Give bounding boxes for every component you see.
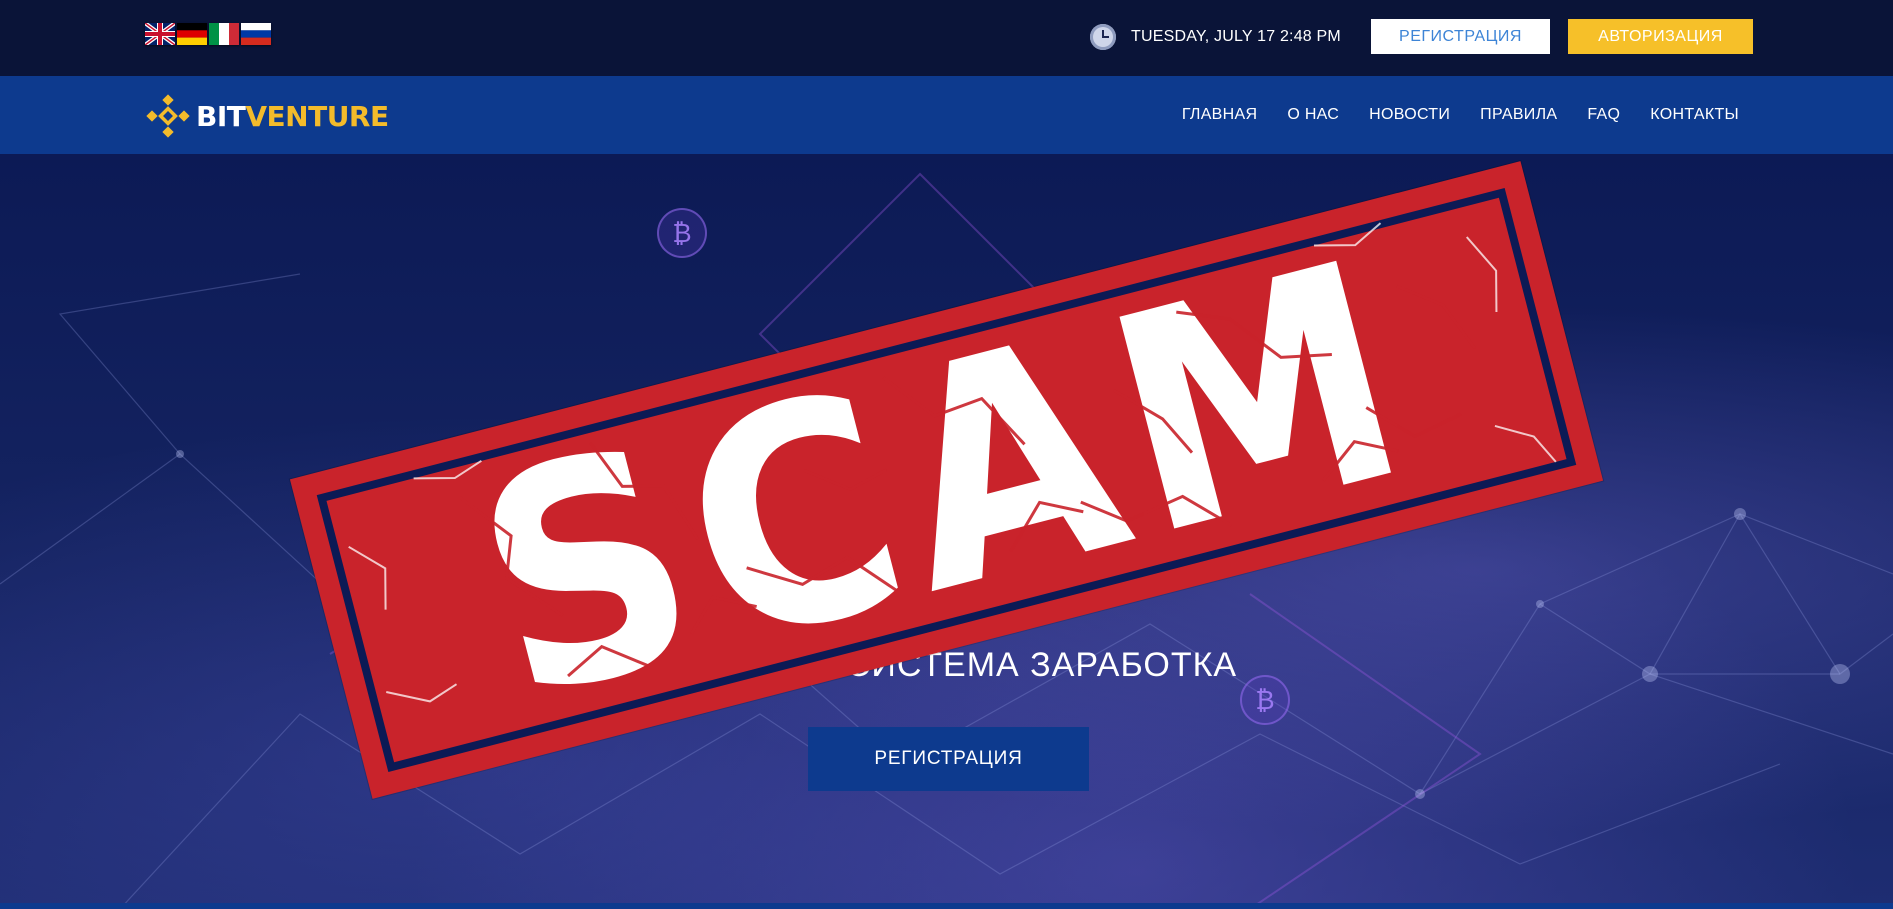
login-button[interactable]: АВТОРИЗАЦИЯ	[1568, 19, 1753, 54]
bitcoin-coin-icon: ₿	[657, 208, 707, 258]
site-logo[interactable]: BITVENTURE	[144, 92, 389, 140]
nav-item-rules[interactable]: ПРАВИЛА	[1480, 106, 1557, 124]
nav-item-faq[interactable]: FAQ	[1587, 106, 1620, 124]
logo-text-venture: VENTURE	[245, 99, 389, 133]
logo-text-bit: BIT	[196, 99, 246, 133]
register-button[interactable]: РЕГИСТРАЦИЯ	[1371, 19, 1550, 54]
germany-flag-icon[interactable]	[177, 23, 207, 45]
uk-flag-icon[interactable]	[145, 23, 175, 45]
nav-item-news[interactable]: НОВОСТИ	[1369, 106, 1450, 124]
top-bar: TUESDAY, JULY 17 2:48 PM РЕГИСТРАЦИЯ АВТ…	[0, 0, 1893, 76]
language-switcher	[145, 23, 271, 45]
hero-register-button[interactable]: РЕГИСТРАЦИЯ	[808, 727, 1089, 791]
clock-icon	[1090, 24, 1116, 50]
nav-item-home[interactable]: ГЛАВНАЯ	[1182, 106, 1258, 124]
current-datetime: TUESDAY, JULY 17 2:48 PM	[1131, 28, 1341, 45]
nav-menu: ГЛАВНАЯ О НАС НОВОСТИ ПРАВИЛА FAQ КОНТАК…	[1182, 76, 1739, 154]
page: TUESDAY, JULY 17 2:48 PM РЕГИСТРАЦИЯ АВТ…	[0, 0, 1893, 909]
russia-flag-icon[interactable]	[241, 23, 271, 45]
nav-item-about[interactable]: О НАС	[1287, 106, 1339, 124]
logo-diamond-icon	[146, 94, 190, 138]
bottom-divider	[0, 903, 1893, 909]
main-navbar: BITVENTURE ГЛАВНАЯ О НАС НОВОСТИ ПРАВИЛА…	[0, 76, 1893, 154]
nav-item-contacts[interactable]: КОНТАКТЫ	[1650, 106, 1739, 124]
italy-flag-icon[interactable]	[209, 23, 239, 45]
logo-text: BITVENTURE	[196, 100, 389, 133]
